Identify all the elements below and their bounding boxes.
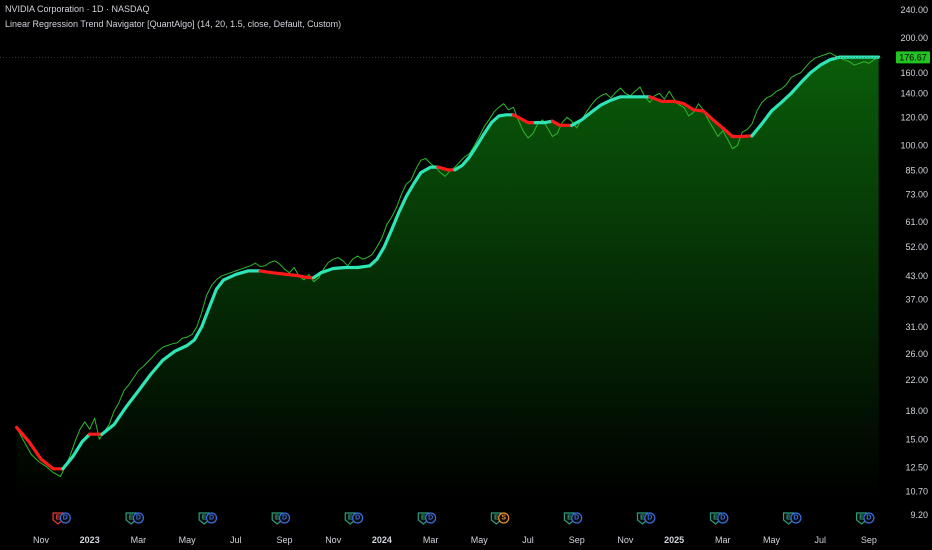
y-tick-label: 43.00 — [905, 271, 928, 281]
event-marker-letter: D — [209, 515, 214, 522]
indicator-title[interactable]: Linear Regression Trend Navigator [Quant… — [5, 19, 341, 29]
y-tick-label: 12.50 — [905, 463, 928, 473]
event-marker-letter: D — [793, 515, 798, 522]
y-tick-label: 52.00 — [905, 242, 928, 252]
event-marker-letter: D — [136, 515, 141, 522]
symbol-title[interactable]: NVIDIA Corporation · 1D · NASDAQ — [5, 4, 150, 14]
event-marker-letter: D — [866, 515, 871, 522]
time-axis[interactable]: Nov 2023 Mar May Jul Sep Nov 2024 Mar May Jul Sep No… — [33, 535, 877, 545]
y-tick-label: 100.00 — [900, 141, 928, 151]
y-tick-label: 85.00 — [905, 166, 928, 176]
event-marker-dividend[interactable]: D — [571, 512, 583, 524]
event-marker-letter: D — [647, 515, 652, 522]
x-tick-label: Mar — [715, 535, 731, 545]
x-tick-label: Mar — [131, 535, 147, 545]
y-tick-label: 31.00 — [905, 322, 928, 332]
y-tick-label: 120.00 — [900, 112, 928, 122]
event-marker-dividend[interactable]: D — [59, 512, 71, 524]
event-marker-dividend[interactable]: D — [790, 512, 802, 524]
x-tick-label: Nov — [617, 535, 634, 545]
event-marker-dividend[interactable]: D — [644, 512, 656, 524]
last-price-tag: 176.67 — [896, 51, 930, 64]
y-tick-label: 73.00 — [905, 189, 928, 199]
x-tick-label: Jul — [814, 535, 826, 545]
event-marker-split[interactable]: S — [498, 512, 510, 524]
y-tick-label: 200.00 — [900, 33, 928, 43]
y-tick-label: 37.00 — [905, 295, 928, 305]
price-chart[interactable]: EDEDEDEDEDEDESEDEDEDEDED 240.00 200.00 160… — [0, 0, 932, 550]
event-marker-dividend[interactable]: D — [205, 512, 218, 524]
event-marker-letter: D — [63, 515, 68, 522]
y-tick-label: 140.00 — [900, 89, 928, 99]
event-marker-letter: D — [428, 515, 433, 522]
y-tick-label: 160.00 — [900, 68, 928, 78]
event-markers: EDEDEDEDEDEDESEDEDEDEDED — [52, 512, 875, 525]
x-tick-label: Jul — [230, 535, 242, 545]
plot-area[interactable] — [15, 52, 881, 498]
x-tick-label: May — [471, 535, 489, 545]
event-marker-letter: S — [501, 515, 506, 522]
x-tick-label: May — [179, 535, 197, 545]
x-tick-label: Mar — [423, 535, 439, 545]
y-tick-label: 9.20 — [910, 510, 928, 520]
event-marker-letter: D — [574, 515, 579, 522]
event-marker-letter: D — [355, 515, 360, 522]
y-tick-label: 22.00 — [905, 375, 928, 385]
last-price-value: 176.67 — [899, 52, 927, 62]
event-marker-dividend[interactable]: D — [717, 512, 729, 524]
event-marker-dividend[interactable]: D — [132, 512, 144, 524]
y-tick-label: 10.70 — [905, 487, 928, 497]
trend-area-fill — [16, 57, 879, 498]
x-tick-label: Sep — [569, 535, 585, 545]
x-tick-label: 2023 — [80, 535, 100, 545]
y-tick-label: 26.00 — [905, 349, 928, 359]
event-marker-dividend[interactable]: D — [278, 512, 291, 524]
event-marker-letter: D — [720, 515, 725, 522]
x-tick-label: Nov — [325, 535, 342, 545]
trend-segment-bull — [533, 119, 554, 125]
y-tick-label: 18.00 — [905, 406, 928, 416]
x-tick-label: 2024 — [372, 535, 392, 545]
event-marker-dividend[interactable]: D — [352, 512, 364, 524]
trend-segment-bear — [436, 165, 457, 172]
x-tick-label: May — [763, 535, 781, 545]
event-marker-dividend[interactable]: D — [425, 512, 437, 524]
x-tick-label: 2025 — [664, 535, 684, 545]
event-marker-dividend[interactable]: D — [863, 512, 875, 524]
y-tick-label: 240.00 — [900, 5, 928, 15]
x-tick-label: Sep — [861, 535, 877, 545]
x-tick-label: Nov — [33, 535, 50, 545]
y-tick-label: 61.00 — [905, 217, 928, 227]
price-axis[interactable]: 240.00 200.00 160.00 140.00 120.00 100.00 85.0… — [900, 5, 928, 520]
x-tick-label: Sep — [276, 535, 292, 545]
x-tick-label: Jul — [522, 535, 534, 545]
y-tick-label: 15.00 — [905, 434, 928, 444]
event-marker-letter: D — [282, 515, 287, 522]
